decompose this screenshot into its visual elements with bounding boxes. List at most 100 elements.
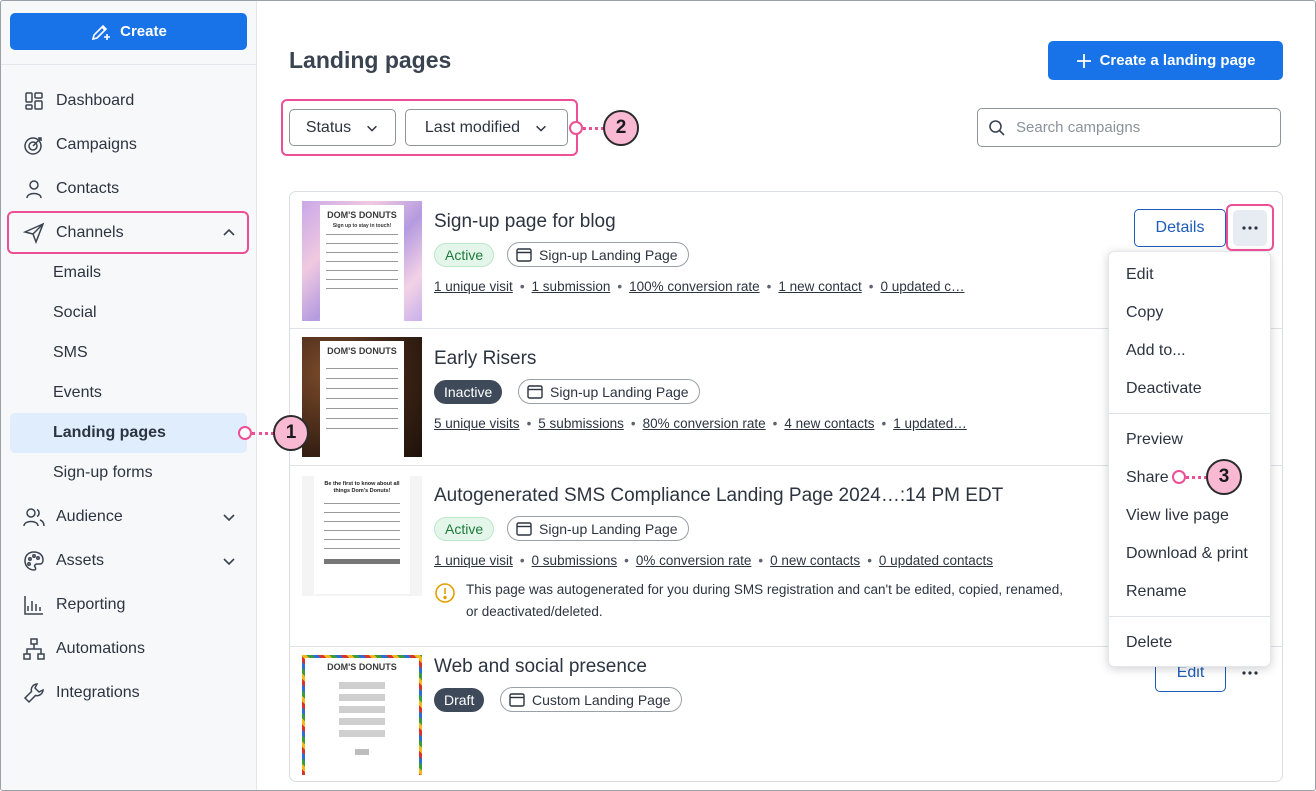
thumbnail[interactable]: DOM'S DONUTS [302, 655, 422, 775]
menu-divider [1109, 413, 1270, 414]
callout-connector [1186, 476, 1207, 479]
callout-2: 2 [603, 110, 639, 146]
people-icon [22, 505, 46, 529]
stat-link[interactable]: 0 updated c… [880, 279, 964, 294]
stat-link[interactable]: 5 submissions [538, 416, 624, 431]
callout-anchor [569, 121, 583, 135]
stat-link[interactable]: 1 submission [532, 279, 611, 294]
chevron-down-icon [223, 558, 235, 566]
thumbnail[interactable]: DOM'S DONUTS Sign up to stay in touch! [302, 201, 422, 321]
subnav-label: Events [53, 384, 102, 401]
nav-dashboard[interactable]: Dashboard [10, 81, 247, 121]
chevron-down-icon [367, 125, 378, 132]
type-label: Sign-up Landing Page [539, 520, 678, 537]
palette-icon [22, 549, 46, 573]
nav-label: Contacts [56, 180, 120, 197]
stat-link[interactable]: 4 new contacts [784, 416, 874, 431]
nav-reporting[interactable]: Reporting [10, 585, 247, 625]
thumbnail-brand: DOM'S DONUTS [327, 210, 397, 220]
stat-link[interactable]: 80% conversion rate [643, 416, 766, 431]
menu-item-delete[interactable]: Delete [1109, 624, 1270, 662]
nav-integrations[interactable]: Integrations [10, 673, 247, 713]
thumbnail-brand: DOM'S DONUTS [327, 346, 397, 356]
menu-item-download-print[interactable]: Download & print [1109, 535, 1270, 573]
subnav-label: Social [53, 304, 97, 321]
subnav-signup-forms[interactable]: Sign-up forms [10, 453, 247, 493]
nav-automations[interactable]: Automations [10, 629, 247, 669]
nav-contacts[interactable]: Contacts [10, 169, 247, 209]
stat-link[interactable]: 0% conversion rate [636, 553, 752, 568]
subnav-label: Sign-up forms [53, 464, 153, 481]
wrench-icon [22, 681, 46, 705]
subnav-landing-pages[interactable]: Landing pages [10, 413, 247, 453]
plus-icon [1076, 53, 1091, 68]
search-box[interactable] [977, 108, 1281, 147]
menu-item-preview[interactable]: Preview [1109, 421, 1270, 459]
menu-item-edit[interactable]: Edit [1109, 256, 1270, 294]
status-filter[interactable]: Status [289, 109, 396, 146]
thumbnail[interactable]: DOM'S DONUTS [302, 337, 422, 457]
status-badge: Active [434, 517, 495, 541]
nav-label: Audience [56, 508, 123, 525]
menu-item-add-to[interactable]: Add to... [1109, 332, 1270, 370]
status-badge: Inactive [434, 380, 503, 404]
subnav-emails[interactable]: Emails [10, 253, 247, 293]
stats-line: 1 unique visit • 1 submission • 100% conve… [434, 279, 965, 294]
divider [0, 64, 257, 65]
sidebar: Create Dashboard Campaigns Contacts Chan… [0, 0, 257, 791]
stat-link[interactable]: 1 unique visit [434, 553, 513, 568]
thumbnail[interactable]: Be the first to know about all things Do… [302, 476, 422, 596]
type-badge: Sign-up Landing Page [518, 379, 700, 404]
stat-link[interactable]: 5 unique visits [434, 416, 520, 431]
create-button[interactable]: Create [10, 13, 247, 50]
stat-link[interactable]: 0 new contacts [770, 553, 860, 568]
row-title[interactable]: Autogenerated SMS Compliance Landing Pag… [434, 485, 1003, 507]
thumbnail-heading: Sign up to stay in touch! [332, 223, 392, 229]
page-icon [516, 247, 532, 262]
nav-label: Dashboard [56, 92, 135, 109]
nav-label: Campaigns [56, 136, 137, 153]
type-badge: Sign-up Landing Page [507, 242, 689, 267]
callout-3: 3 [1206, 459, 1242, 495]
nav-label: Reporting [56, 596, 126, 613]
person-icon [22, 177, 46, 201]
subnav-social[interactable]: Social [10, 293, 247, 333]
stat-link[interactable]: 1 updated… [893, 416, 967, 431]
pencil-plus-icon [92, 24, 111, 40]
nav-label: Integrations [56, 684, 140, 701]
menu-item-view-live-page[interactable]: View live page [1109, 497, 1270, 535]
warning-icon [435, 583, 455, 603]
stat-link[interactable]: 0 submissions [532, 553, 618, 568]
row-title[interactable]: Web and social presence [434, 656, 647, 678]
subnav-events[interactable]: Events [10, 373, 247, 413]
notice-text: This page was autogenerated for you duri… [466, 582, 1063, 619]
nav-assets[interactable]: Assets [10, 541, 247, 581]
page-icon [527, 384, 543, 399]
sort-filter[interactable]: Last modified [405, 109, 568, 146]
row-title[interactable]: Early Risers [434, 348, 536, 370]
callout-anchor [238, 426, 252, 440]
details-button[interactable]: Details [1134, 209, 1226, 247]
ellipsis-icon [1242, 671, 1258, 675]
nav-audience[interactable]: Audience [10, 497, 247, 537]
menu-item-rename[interactable]: Rename [1109, 573, 1270, 611]
table-row: DOM'S DONUTS Web and social presence Dra… [290, 647, 1282, 781]
row-title[interactable]: Sign-up page for blog [434, 211, 616, 233]
stat-link[interactable]: 100% conversion rate [629, 279, 760, 294]
highlight-more-button [1226, 204, 1274, 251]
stat-link[interactable]: 1 unique visit [434, 279, 513, 294]
menu-item-deactivate[interactable]: Deactivate [1109, 370, 1270, 408]
subnav-sms[interactable]: SMS [10, 333, 247, 373]
nav-campaigns[interactable]: Campaigns [10, 125, 247, 165]
page-icon [509, 692, 525, 707]
page-icon [516, 521, 532, 536]
search-input[interactable] [1016, 119, 1266, 136]
stat-link[interactable]: 0 updated contacts [879, 553, 993, 568]
stats-line: 5 unique visits • 5 submissions • 80% conv… [434, 416, 967, 431]
stat-link[interactable]: 1 new contact [778, 279, 861, 294]
stats-line: 1 unique visit • 0 submissions • 0% conver… [434, 553, 994, 568]
subnav-label: SMS [53, 344, 88, 361]
menu-item-copy[interactable]: Copy [1109, 294, 1270, 332]
target-icon [22, 133, 46, 157]
create-landing-page-button[interactable]: Create a landing page [1048, 41, 1283, 80]
